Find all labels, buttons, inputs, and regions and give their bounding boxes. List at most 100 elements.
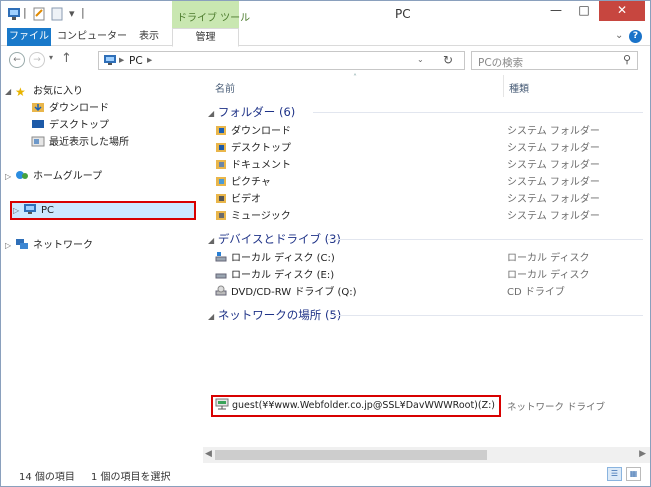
folder-item[interactable]: ピクチャ xyxy=(215,174,271,191)
dvd-drive-icon xyxy=(215,285,227,297)
recent-locations-icon[interactable]: ▾ xyxy=(49,53,53,62)
back-button[interactable]: ← xyxy=(9,52,25,68)
nav-item-desktop[interactable]: デスクトップ xyxy=(31,117,109,134)
homegroup-icon xyxy=(15,169,29,181)
details-view-button[interactable]: ☰ xyxy=(607,467,622,481)
drive-item[interactable]: DVD/CD-RW ドライブ (Q:) xyxy=(215,284,357,301)
nav-favorites-label: お気に入り xyxy=(33,86,83,97)
network-drive-item[interactable]: guest(¥¥www.Webfolder.co.jp@SSL¥DavWWWRo… xyxy=(211,395,501,417)
download-folder-icon xyxy=(31,101,45,113)
explorer-app-icon[interactable] xyxy=(7,7,23,21)
address-history-icon[interactable]: ⌄ xyxy=(417,55,424,64)
collapsed-icon[interactable]: ▷ xyxy=(5,237,15,254)
item-name: ミュージック xyxy=(231,211,291,222)
address-row: ← → ▾ ↑ ▸ PC ▸ ⌄ ↻ PCの検索 ⚲ xyxy=(1,48,650,74)
column-separator[interactable] xyxy=(503,75,504,97)
ribbon-tabs: ファイル コンピューター 表示 管理 ⌄ ? xyxy=(1,28,650,47)
properties-icon[interactable] xyxy=(33,7,46,21)
expanded-icon[interactable]: ◢ xyxy=(5,83,15,100)
documents-folder-icon xyxy=(215,158,227,170)
tab-file[interactable]: ファイル xyxy=(7,28,51,46)
star-icon: ★ xyxy=(15,85,26,99)
collapsed-icon[interactable]: ▷ xyxy=(5,168,15,185)
large-icons-view-button[interactable]: ▦ xyxy=(626,467,641,481)
nav-network[interactable]: ▷ ネットワーク xyxy=(5,237,93,254)
nav-item-recent-places[interactable]: 最近表示した場所 xyxy=(31,134,129,151)
folder-item[interactable]: ビデオ xyxy=(215,191,261,208)
drive-item[interactable]: ローカル ディスク (C:) xyxy=(215,250,335,267)
group-folders[interactable]: ◢ フォルダー (6) xyxy=(208,103,295,121)
path-trail-icon[interactable]: ▸ xyxy=(147,54,152,66)
search-icon[interactable]: ⚲ xyxy=(623,53,631,66)
item-type: システム フォルダー xyxy=(507,194,600,205)
group-devices[interactable]: ◢ デバイスとドライブ (3) xyxy=(208,230,341,248)
minimize-button[interactable]: — xyxy=(543,1,569,21)
help-icon[interactable]: ? xyxy=(629,30,642,43)
status-selected-count: 1 個の項目を選択 xyxy=(91,472,171,483)
details-view-icon: ☰ xyxy=(610,469,619,478)
address-bar[interactable]: ▸ PC ▸ ⌄ ↻ xyxy=(98,51,465,70)
folder-item[interactable]: ミュージック xyxy=(215,208,291,225)
desktop-icon xyxy=(31,118,45,130)
column-header-type[interactable]: 種類 xyxy=(509,80,529,95)
recent-places-icon xyxy=(31,135,45,147)
title-bar: | ▾ | ドライブ ツール PC — □ ✕ xyxy=(1,1,650,28)
title-separator: | xyxy=(81,6,85,19)
maximize-button[interactable]: □ xyxy=(571,1,597,21)
nav-favorites[interactable]: ◢ ★ お気に入り xyxy=(5,83,83,100)
drive-tools-label: ドライブ ツール xyxy=(177,13,251,24)
minimize-icon: — xyxy=(550,3,562,17)
collapsed-icon[interactable]: ▷ xyxy=(13,203,23,218)
path-arrow-icon[interactable]: ▸ xyxy=(119,54,124,66)
column-header-name[interactable]: 名前 xyxy=(215,80,235,95)
nav-item-label: デスクトップ xyxy=(49,120,109,131)
group-network-locations[interactable]: ◢ ネットワークの場所 (5) xyxy=(208,306,341,324)
scroll-right-icon[interactable]: ▶ xyxy=(639,449,646,459)
new-folder-icon[interactable] xyxy=(51,7,64,21)
group-divider xyxy=(331,315,643,316)
ribbon-expand-icon[interactable]: ⌄ xyxy=(615,30,623,41)
folder-item[interactable]: ダウンロード xyxy=(215,123,291,140)
scrollbar-thumb[interactable] xyxy=(215,450,487,460)
window-title: PC xyxy=(395,7,411,21)
item-type: システム フォルダー xyxy=(507,143,600,154)
tab-view[interactable]: 表示 xyxy=(131,28,167,46)
item-name: DVD/CD-RW ドライブ (Q:) xyxy=(231,287,357,298)
desktop-folder-icon xyxy=(215,141,227,153)
forward-button[interactable]: → xyxy=(29,52,45,68)
horizontal-scrollbar[interactable]: ◀ ▶ xyxy=(203,447,650,463)
pc-icon xyxy=(103,54,117,69)
tab-computer[interactable]: コンピューター xyxy=(57,28,127,46)
network-drive-name: guest(¥¥www.Webfolder.co.jp@SSL¥DavWWWRo… xyxy=(232,400,496,411)
nav-item-downloads[interactable]: ダウンロード xyxy=(31,100,109,117)
scroll-left-icon[interactable]: ◀ xyxy=(205,449,212,459)
group-collapse-icon[interactable]: ◢ xyxy=(208,109,214,118)
folder-item[interactable]: デスクトップ xyxy=(215,140,291,157)
navigation-pane: ◢ ★ お気に入り ダウンロード デスクトップ 最近表示した場所 ▷ ホームグループ … xyxy=(1,75,201,457)
refresh-icon[interactable]: ↻ xyxy=(443,53,453,67)
group-collapse-icon[interactable]: ◢ xyxy=(208,312,214,321)
item-type: システム フォルダー xyxy=(507,177,600,188)
nav-network-label: ネットワーク xyxy=(33,240,93,251)
address-location[interactable]: PC xyxy=(129,55,143,67)
group-collapse-icon[interactable]: ◢ xyxy=(208,236,214,245)
content-pane: ˄ 名前 種類 ◢ フォルダー (6) ダウンロードシステム フォルダー デスクト… xyxy=(203,73,650,447)
up-arrow-icon[interactable]: ↑ xyxy=(61,51,72,66)
nav-pc-selected[interactable]: ▷ PC xyxy=(10,201,196,220)
local-disk-icon xyxy=(215,268,227,280)
item-name: ドキュメント xyxy=(231,160,291,171)
download-folder-icon xyxy=(215,124,227,136)
search-input[interactable]: PCの検索 ⚲ xyxy=(471,51,638,70)
close-button[interactable]: ✕ xyxy=(599,1,645,21)
nav-homegroup[interactable]: ▷ ホームグループ xyxy=(5,168,102,185)
sort-ascending-icon: ˄ xyxy=(353,73,357,82)
quick-access-dropdown-icon[interactable]: ▾ xyxy=(69,7,75,21)
folder-item[interactable]: ドキュメント xyxy=(215,157,291,174)
item-name: ローカル ディスク (C:) xyxy=(231,253,335,264)
item-name: ローカル ディスク (E:) xyxy=(231,270,335,281)
group-folders-label: フォルダー (6) xyxy=(217,105,296,119)
network-icon xyxy=(15,238,29,250)
forward-arrow-icon: → xyxy=(33,55,41,65)
tab-manage[interactable]: 管理 xyxy=(172,28,239,47)
drive-item[interactable]: ローカル ディスク (E:) xyxy=(215,267,334,284)
